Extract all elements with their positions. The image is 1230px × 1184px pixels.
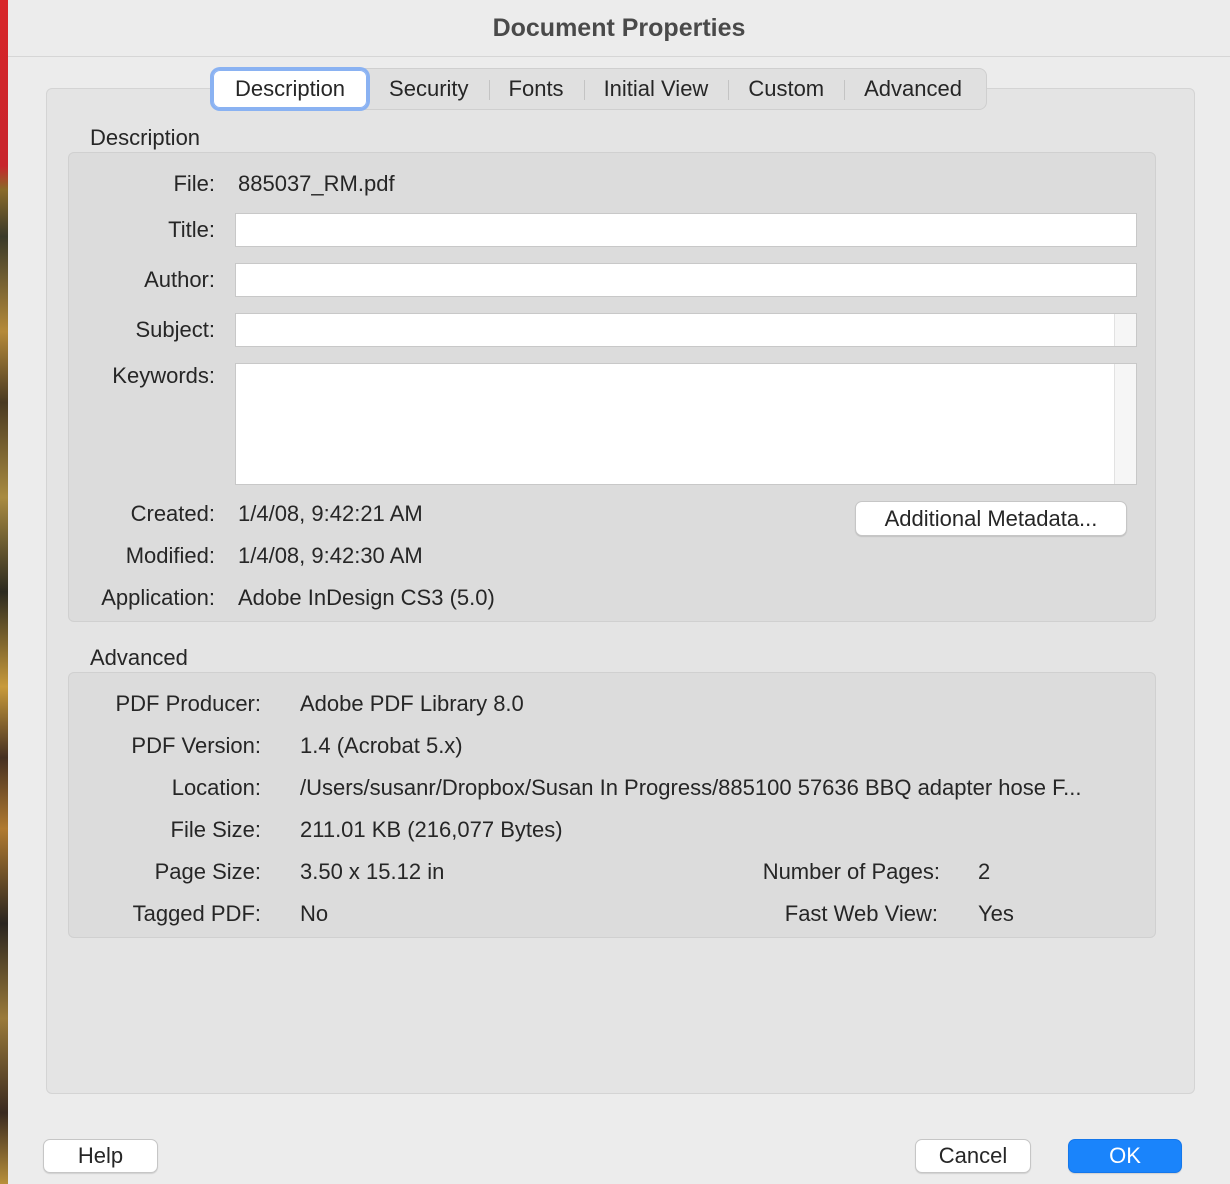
dialog-titlebar: Document Properties: [8, 0, 1230, 57]
tab-initial-view[interactable]: Initial View: [583, 70, 729, 108]
subject-label: Subject:: [135, 317, 216, 342]
dialog-title: Document Properties: [492, 13, 746, 42]
fast-web-view-value: Yes: [978, 901, 1014, 926]
help-button[interactable]: Help: [43, 1139, 158, 1173]
ok-button[interactable]: OK: [1068, 1139, 1182, 1173]
file-value: 885037_RM.pdf: [238, 171, 395, 196]
tab-description[interactable]: Description: [213, 70, 368, 108]
desktop-background-strip: [0, 0, 8, 1184]
keywords-field[interactable]: [235, 363, 1137, 485]
number-of-pages-value: 2: [978, 859, 991, 884]
tab-security[interactable]: Security: [369, 70, 488, 108]
created-value: 1/4/08, 9:42:21 AM: [238, 501, 423, 526]
file-size-label: File Size:: [170, 817, 261, 842]
keywords-label: Keywords:: [112, 363, 215, 388]
title-label: Title:: [168, 217, 215, 242]
tab-bar: Description Security Fonts Initial View …: [210, 68, 987, 110]
page-size-label: Page Size:: [154, 859, 261, 884]
document-properties-dialog: Document Properties Description Security…: [8, 0, 1230, 1184]
file-label: File:: [173, 171, 215, 196]
file-size-value: 211.01 KB (216,077 Bytes): [300, 817, 563, 842]
tagged-pdf-value: No: [300, 901, 329, 926]
fast-web-view-label: Fast Web View:: [784, 901, 938, 926]
created-label: Created:: [130, 501, 215, 526]
title-field[interactable]: [235, 213, 1137, 247]
modified-label: Modified:: [125, 543, 215, 568]
description-section-title: Description: [90, 125, 201, 150]
location-value: /Users/susanr/Dropbox/Susan In Progress/…: [300, 775, 1082, 800]
application-label: Application:: [101, 585, 215, 610]
pdf-version-label: PDF Version:: [131, 733, 261, 758]
number-of-pages-label: Number of Pages:: [762, 859, 940, 884]
author-label: Author:: [144, 267, 215, 292]
subject-field[interactable]: [235, 313, 1137, 347]
location-label: Location:: [171, 775, 261, 800]
cancel-button[interactable]: Cancel: [915, 1139, 1031, 1173]
pdf-producer-value: Adobe PDF Library 8.0: [300, 691, 524, 716]
modified-value: 1/4/08, 9:42:30 AM: [238, 543, 423, 568]
tab-advanced[interactable]: Advanced: [844, 70, 982, 108]
page-size-value: 3.50 x 15.12 in: [300, 859, 445, 884]
additional-metadata-button[interactable]: Additional Metadata...: [855, 501, 1127, 536]
pdf-producer-label: PDF Producer:: [115, 691, 262, 716]
pdf-version-value: 1.4 (Acrobat 5.x): [300, 733, 463, 758]
author-field[interactable]: [235, 263, 1137, 297]
advanced-section-title: Advanced: [90, 645, 188, 670]
tab-fonts[interactable]: Fonts: [488, 70, 584, 108]
tab-custom[interactable]: Custom: [728, 70, 844, 108]
tagged-pdf-label: Tagged PDF:: [132, 901, 261, 926]
application-value: Adobe InDesign CS3 (5.0): [238, 585, 495, 610]
